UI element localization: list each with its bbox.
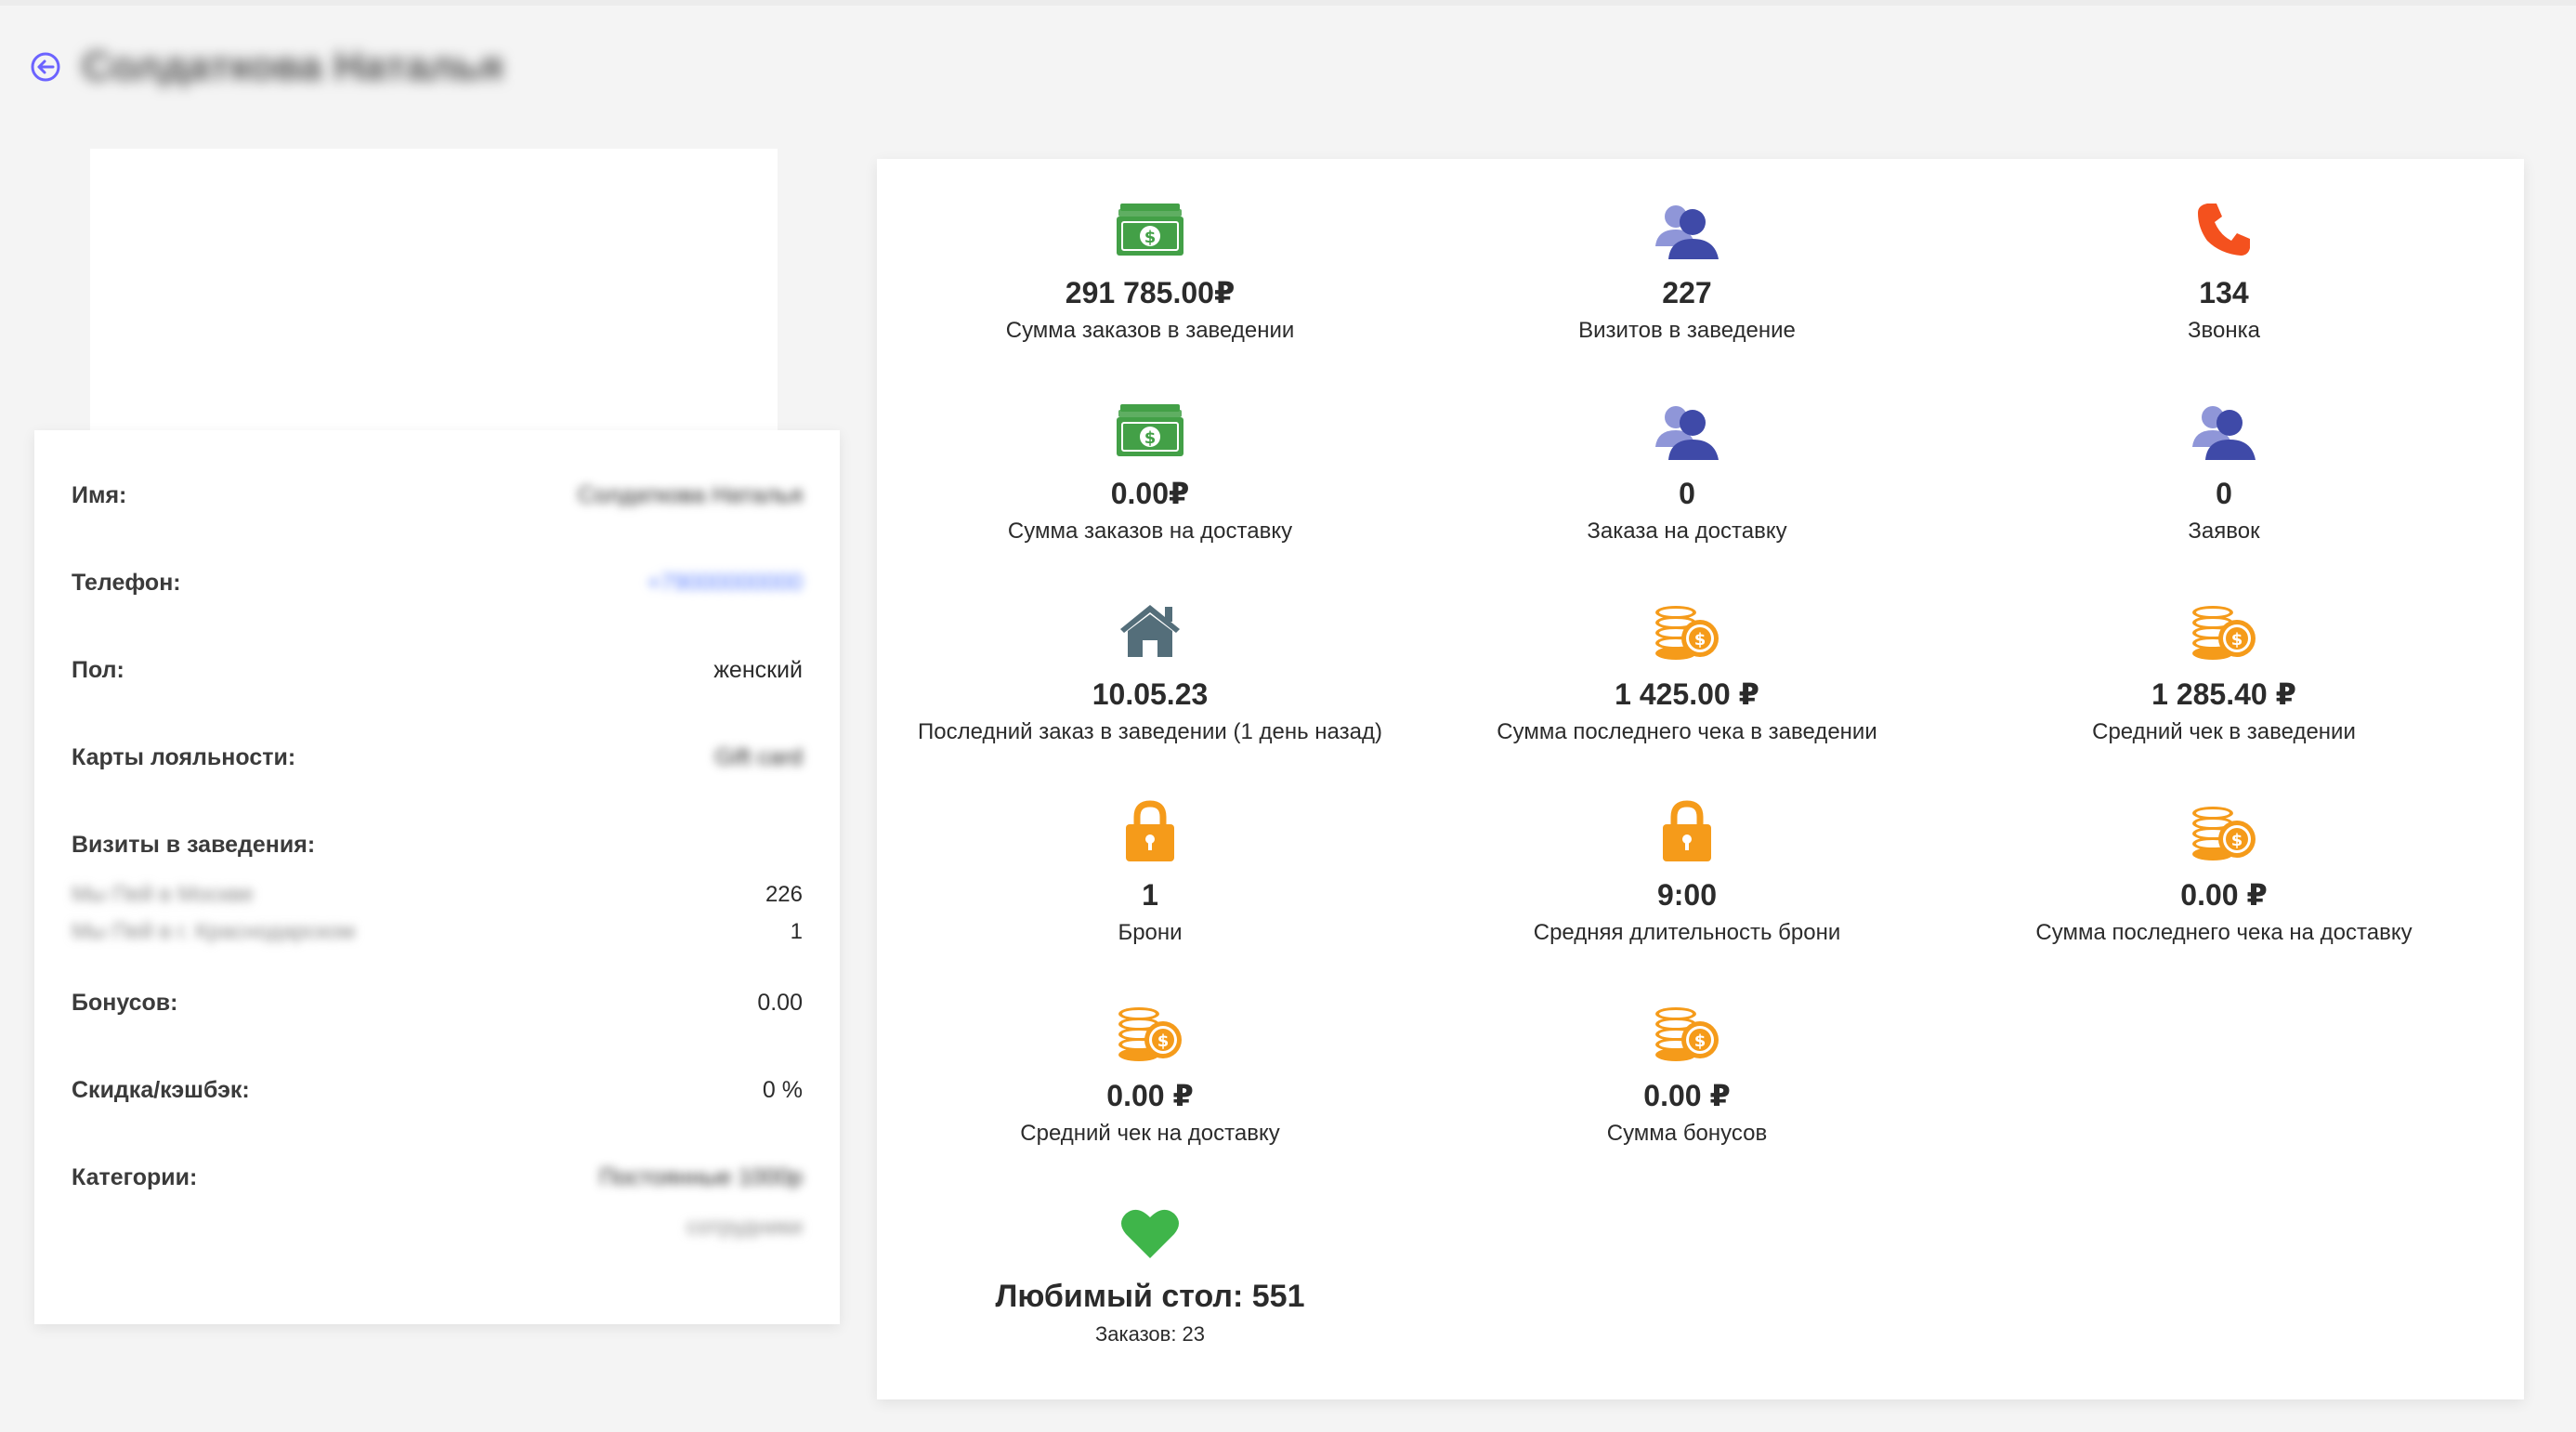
stat-label: Сумма заказов в заведении bbox=[1005, 318, 1295, 343]
stat-value: 0.00₽ bbox=[1110, 477, 1190, 510]
stat-value: 0.00 ₽ bbox=[1643, 1079, 1731, 1112]
stat-delivery-sum: 0.00₽ Сумма заказов на доставку bbox=[881, 397, 1419, 545]
row-label: Карты лояльности: bbox=[72, 744, 296, 770]
stat-label: Средняя длительность брони bbox=[1533, 920, 1841, 945]
row-value: женский bbox=[713, 657, 803, 683]
stat-value: 227 bbox=[1662, 276, 1712, 309]
row-label: Телефон: bbox=[72, 570, 181, 596]
stat-avg-check: 1 285.40 ₽ Средний чек в заведении bbox=[1955, 598, 2493, 746]
stat-avg-delivery-check: 0.00 ₽ Средний чек на доставку bbox=[881, 999, 1419, 1148]
stat-label: Заявок bbox=[2188, 519, 2260, 544]
row-value: 0.00 bbox=[757, 990, 803, 1016]
lock-icon bbox=[1122, 800, 1178, 863]
money-icon bbox=[1117, 204, 1183, 256]
row-value: 0 % bbox=[762, 1077, 803, 1103]
user-icon bbox=[1654, 200, 1720, 259]
coins-icon bbox=[1115, 1001, 1185, 1064]
stat-label: Сумма заказов на доставку bbox=[1007, 519, 1293, 544]
visit-item: Мы Пей в г. Краснодарском 1 bbox=[72, 919, 803, 945]
stat-label: Средний чек в заведении bbox=[2092, 719, 2356, 744]
stat-label: Средний чек на доставку bbox=[1020, 1121, 1280, 1146]
profile-row-discount: Скидка/кэшбэк: 0 % bbox=[72, 1077, 803, 1104]
profile-row-phone: Телефон: +79000000000 bbox=[72, 570, 803, 597]
category-tag: сотрудники bbox=[686, 1215, 803, 1240]
row-label: Пол: bbox=[72, 657, 124, 683]
profile-row-bonuses: Бонусов: 0.00 bbox=[72, 990, 803, 1017]
category-extra: сотрудники bbox=[72, 1215, 803, 1241]
stat-value: 9:00 bbox=[1656, 878, 1718, 912]
back-button[interactable] bbox=[28, 49, 63, 85]
visit-place: Мы Пей в Москве bbox=[72, 882, 254, 907]
profile-row-categories: Категории: Постоянные 1000р bbox=[72, 1164, 803, 1191]
visit-item: Мы Пей в Москве 226 bbox=[72, 882, 803, 908]
user-icon bbox=[1654, 401, 1720, 460]
lock-icon bbox=[1659, 800, 1715, 863]
top-bar bbox=[0, 0, 2576, 6]
row-value: Солдаткова Наталья bbox=[578, 482, 803, 508]
stat-label: Сумма последнего чека в заведении bbox=[1497, 719, 1877, 744]
house-icon bbox=[1117, 601, 1183, 661]
visit-count: 1 bbox=[790, 919, 803, 944]
visit-count: 226 bbox=[765, 882, 803, 907]
row-label: Бонусов: bbox=[72, 990, 178, 1016]
row-value: Gift card bbox=[714, 744, 803, 770]
arrow-left-icon bbox=[31, 52, 60, 82]
stats-card: 291 785.00₽ Сумма заказов в заведении 22… bbox=[877, 159, 2524, 1399]
stat-booking-duration: 9:00 Средняя длительность брони bbox=[1418, 798, 1956, 947]
stat-label: Визитов в заведение bbox=[1578, 318, 1796, 343]
phone-icon bbox=[2194, 200, 2254, 259]
page-header: Солдаткова Наталья bbox=[28, 39, 503, 95]
money-icon bbox=[1117, 404, 1183, 456]
stat-label: Сумма последнего чека на доставку bbox=[2035, 920, 2413, 945]
favorite-table-value: Любимый стол: 551 bbox=[995, 1279, 1305, 1314]
page-title: Солдаткова Наталья bbox=[82, 44, 503, 89]
profile-row-visits: Визиты в заведения: bbox=[72, 832, 803, 859]
stat-value: 1 285.40 ₽ bbox=[2151, 677, 2296, 711]
stat-requests: 0 Заявок bbox=[1955, 397, 2493, 545]
user-icon bbox=[2190, 401, 2257, 460]
heart-icon bbox=[1120, 1206, 1180, 1260]
phone-link[interactable]: +79000000000 bbox=[647, 570, 803, 597]
stat-visits: 227 Визитов в заведение bbox=[1418, 196, 1956, 345]
stat-bonus-sum: 0.00 ₽ Сумма бонусов bbox=[1418, 999, 1956, 1148]
stat-label: Сумма бонусов bbox=[1606, 1121, 1768, 1146]
avatar bbox=[90, 149, 778, 437]
stat-calls: 134 Звонка bbox=[1955, 196, 2493, 345]
coins-icon bbox=[2189, 800, 2259, 863]
stat-last-delivery-check: 0.00 ₽ Сумма последнего чека на доставку bbox=[1955, 798, 2493, 947]
row-label: Имя: bbox=[72, 482, 127, 508]
stat-label: Заказа на доставку bbox=[1587, 519, 1787, 544]
row-label: Категории: bbox=[72, 1164, 198, 1190]
stat-bookings: 1 Брони bbox=[881, 798, 1419, 947]
stat-value: 10.05.23 bbox=[1092, 677, 1209, 711]
stat-value: 0 bbox=[2216, 477, 2232, 510]
stat-value: 134 bbox=[2199, 276, 2249, 309]
coins-icon bbox=[1652, 1001, 1722, 1064]
stat-value: 0 bbox=[1679, 477, 1695, 510]
profile-card: Имя: Солдаткова Наталья Телефон: +790000… bbox=[34, 430, 840, 1324]
stat-label: Брони bbox=[1118, 920, 1183, 945]
stat-value: 1 425.00 ₽ bbox=[1615, 677, 1759, 711]
stat-value: 1 bbox=[1142, 878, 1158, 912]
visit-place: Мы Пей в г. Краснодарском bbox=[72, 919, 356, 944]
stat-delivery-orders: 0 Заказа на доставку bbox=[1418, 397, 1956, 545]
stat-orders-sum: 291 785.00₽ Сумма заказов в заведении bbox=[881, 196, 1419, 345]
coins-icon bbox=[1652, 599, 1722, 663]
stat-last-check: 1 425.00 ₽ Сумма последнего чека в завед… bbox=[1418, 598, 1956, 746]
stat-favorite-table: Любимый стол: 551 Заказов: 23 bbox=[881, 1200, 1419, 1348]
stat-value: 291 785.00₽ bbox=[1065, 276, 1236, 309]
stat-label: Звонка bbox=[2188, 318, 2260, 343]
profile-row-name: Имя: Солдаткова Наталья bbox=[72, 482, 803, 509]
favorite-table-orders: Заказов: 23 bbox=[1094, 1322, 1206, 1346]
row-value: Постоянные 1000р bbox=[599, 1164, 803, 1190]
row-label: Скидка/кэшбэк: bbox=[72, 1077, 250, 1103]
coins-icon bbox=[2189, 599, 2259, 663]
stat-value: 0.00 ₽ bbox=[2180, 878, 2268, 912]
row-label: Визиты в заведения: bbox=[72, 832, 316, 858]
profile-row-gender: Пол: женский bbox=[72, 657, 803, 684]
stat-value: 0.00 ₽ bbox=[1106, 1079, 1194, 1112]
profile-row-loyalty: Карты лояльности: Gift card bbox=[72, 744, 803, 771]
stat-last-order: 10.05.23 Последний заказ в заведении (1 … bbox=[881, 598, 1419, 746]
stat-label: Последний заказ в заведении (1 день наза… bbox=[918, 719, 1382, 744]
